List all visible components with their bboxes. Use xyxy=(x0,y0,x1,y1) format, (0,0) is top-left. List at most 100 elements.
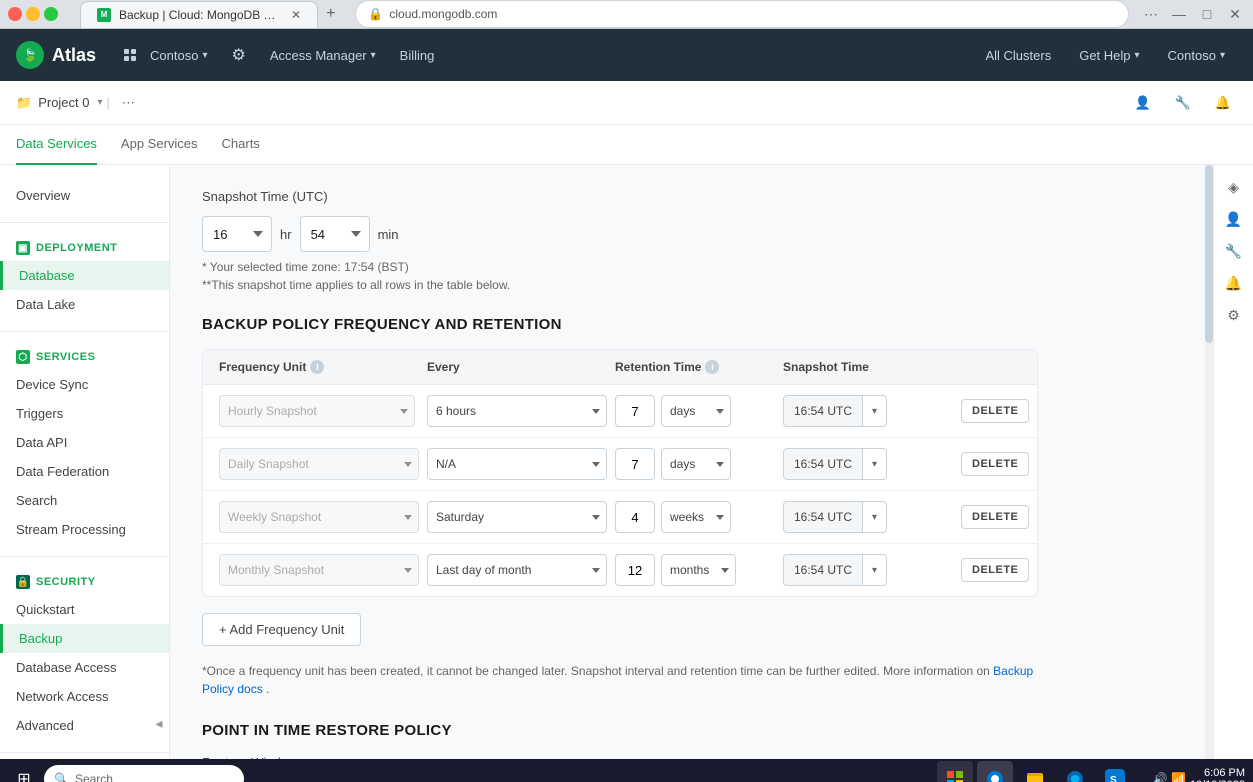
retention-unit-select-hourly[interactable]: days xyxy=(661,395,731,427)
minimize-browser-icon[interactable]: — xyxy=(1169,4,1189,24)
windows-start-button[interactable]: ⊞ xyxy=(8,763,40,782)
sidebar-item-data-lake[interactable]: Data Lake xyxy=(0,290,169,319)
gear-icon: ⚙ xyxy=(231,45,245,65)
restore-window-label: Restore Window xyxy=(202,755,1038,759)
retention-cell-weekly: weeks xyxy=(615,501,775,533)
taskbar-app-1[interactable] xyxy=(937,761,973,782)
invite-user-icon[interactable]: 👤 xyxy=(1129,89,1157,117)
nav-all-clusters[interactable]: All Clusters xyxy=(973,29,1063,81)
retention-unit-select-monthly[interactable]: months xyxy=(661,554,736,586)
sub-nav-more-icon[interactable]: ⋯ xyxy=(114,81,143,125)
minimize-window-button[interactable] xyxy=(26,7,40,21)
sidebar-item-backup[interactable]: Backup xyxy=(0,624,169,653)
nav-get-help[interactable]: Get Help ▾ xyxy=(1067,29,1151,81)
retention-input-weekly[interactable] xyxy=(615,501,655,533)
sidebar-collapse-button[interactable]: ◂ xyxy=(149,703,169,743)
sidebar-item-data-federation[interactable]: Data Federation xyxy=(0,457,169,486)
retention-input-monthly[interactable] xyxy=(615,554,655,586)
nav-user[interactable]: Contoso ▾ xyxy=(1156,29,1237,81)
delete-button-hourly[interactable]: DELETE xyxy=(961,399,1029,423)
retention-time-info-icon[interactable]: i xyxy=(705,360,719,374)
project-selector[interactable]: 📁 Project 0 ▾ xyxy=(16,95,103,111)
close-browser-icon[interactable]: ✕ xyxy=(1225,4,1245,24)
sidebar-item-database[interactable]: Database xyxy=(0,261,169,290)
sidebar-item-network-access[interactable]: Network Access xyxy=(0,682,169,711)
new-tab-button[interactable]: + xyxy=(318,1,343,27)
scrollbar-track[interactable] xyxy=(1205,165,1213,759)
all-clusters-label: All Clusters xyxy=(985,48,1051,63)
project-name-text: Project 0 xyxy=(38,95,89,110)
retention-input-hourly[interactable] xyxy=(615,395,655,427)
delete-button-daily[interactable]: DELETE xyxy=(961,452,1029,476)
retention-input-daily[interactable] xyxy=(615,448,655,480)
snapshot-time-chevron-weekly[interactable]: ▾ xyxy=(863,501,887,533)
data-api-label: Data API xyxy=(16,435,67,450)
tab-charts[interactable]: Charts xyxy=(222,125,260,165)
add-frequency-button[interactable]: + Add Frequency Unit xyxy=(202,613,361,646)
tab-charts-label: Charts xyxy=(222,136,260,151)
sidebar-item-quickstart[interactable]: Quickstart xyxy=(0,595,169,624)
sidebar-item-overview[interactable]: Overview xyxy=(0,181,169,210)
right-sidebar-icon-5[interactable]: ⚙ xyxy=(1220,301,1248,329)
tab-close-icon[interactable]: ✕ xyxy=(291,8,301,22)
frequency-unit-select-hourly[interactable]: Hourly Snapshot xyxy=(219,395,415,427)
frequency-unit-cell-hourly: Hourly Snapshot xyxy=(219,395,419,427)
every-select-weekly[interactable]: Saturday xyxy=(427,501,607,533)
right-sidebar-icon-1[interactable]: ◈ xyxy=(1220,173,1248,201)
minute-select[interactable]: 54 xyxy=(300,216,370,252)
close-window-button[interactable] xyxy=(8,7,22,21)
sidebar-item-device-sync[interactable]: Device Sync xyxy=(0,370,169,399)
frequency-unit-select-monthly[interactable]: Monthly Snapshot xyxy=(219,554,419,586)
snapshot-time-chevron-hourly[interactable]: ▾ xyxy=(863,395,887,427)
sidebar-item-advanced[interactable]: Advanced xyxy=(0,711,169,740)
frequency-unit-select-weekly[interactable]: Weekly Snapshot xyxy=(219,501,419,533)
taskbar-app-edge[interactable] xyxy=(1057,761,1093,782)
search-icon: 🔍 xyxy=(54,772,69,782)
frequency-unit-cell-daily: Daily Snapshot xyxy=(219,448,419,480)
every-select-hourly[interactable]: 6 hours xyxy=(427,395,607,427)
retention-unit-select-daily[interactable]: days xyxy=(661,448,731,480)
maximize-browser-icon[interactable]: □ xyxy=(1197,4,1217,24)
nav-right: All Clusters Get Help ▾ Contoso ▾ xyxy=(973,29,1237,81)
sidebar-item-data-api[interactable]: Data API xyxy=(0,428,169,457)
tab-data-services[interactable]: Data Services xyxy=(16,125,97,165)
frequency-unit-info-icon[interactable]: i xyxy=(310,360,324,374)
sidebar-item-stream-processing[interactable]: Stream Processing xyxy=(0,515,169,544)
extensions-icon[interactable]: ⋯ xyxy=(1141,4,1161,24)
nav-billing[interactable]: Billing xyxy=(388,29,447,81)
developer-tools-icon[interactable]: 🔧 xyxy=(1169,89,1197,117)
notifications-icon[interactable]: 🔔 xyxy=(1209,89,1237,117)
right-sidebar-icon-2[interactable]: 👤 xyxy=(1220,205,1248,233)
browser-tab[interactable]: M Backup | Cloud: MongoDB Cloud ✕ xyxy=(80,1,318,28)
sidebar-item-search[interactable]: Search xyxy=(0,486,169,515)
delete-button-monthly[interactable]: DELETE xyxy=(961,558,1029,582)
taskbar-app-browser[interactable] xyxy=(977,761,1013,782)
advanced-label: Advanced xyxy=(16,718,74,733)
tab-app-services[interactable]: App Services xyxy=(121,125,198,165)
right-sidebar-icon-4[interactable]: 🔔 xyxy=(1220,269,1248,297)
taskbar-search[interactable]: 🔍 Search xyxy=(44,765,244,782)
maximize-window-button[interactable] xyxy=(44,7,58,21)
address-bar[interactable]: 🔒 cloud.mongodb.com xyxy=(355,0,1129,28)
sidebar-item-triggers[interactable]: Triggers xyxy=(0,399,169,428)
nav-org-selector[interactable]: Contoso ▾ xyxy=(112,29,219,81)
taskbar-time-text: 6:06 PM xyxy=(1190,767,1245,779)
browser-chrome: M Backup | Cloud: MongoDB Cloud ✕ + 🔒 cl… xyxy=(0,0,1253,29)
nav-access-manager[interactable]: Access Manager ▾ xyxy=(258,29,388,81)
delete-button-weekly[interactable]: DELETE xyxy=(961,505,1029,529)
delete-cell-daily: DELETE xyxy=(961,452,1038,476)
taskbar-app-files[interactable] xyxy=(1017,761,1053,782)
triggers-label: Triggers xyxy=(16,406,63,421)
snapshot-time-chevron-monthly[interactable]: ▾ xyxy=(863,554,887,586)
frequency-unit-select-daily[interactable]: Daily Snapshot xyxy=(219,448,419,480)
sidebar-item-database-access[interactable]: Database Access xyxy=(0,653,169,682)
hour-select[interactable]: 16 xyxy=(202,216,272,252)
every-select-daily[interactable]: N/A xyxy=(427,448,607,480)
right-sidebar-icon-3[interactable]: 🔧 xyxy=(1220,237,1248,265)
every-select-monthly[interactable]: Last day of month xyxy=(427,554,607,586)
taskbar-app-store[interactable]: S xyxy=(1097,761,1133,782)
snapshot-time-chevron-daily[interactable]: ▾ xyxy=(863,448,887,480)
retention-unit-select-weekly[interactable]: weeks xyxy=(661,501,731,533)
nav-gear[interactable]: ⚙ xyxy=(219,29,257,81)
scrollbar-thumb[interactable] xyxy=(1205,165,1213,343)
